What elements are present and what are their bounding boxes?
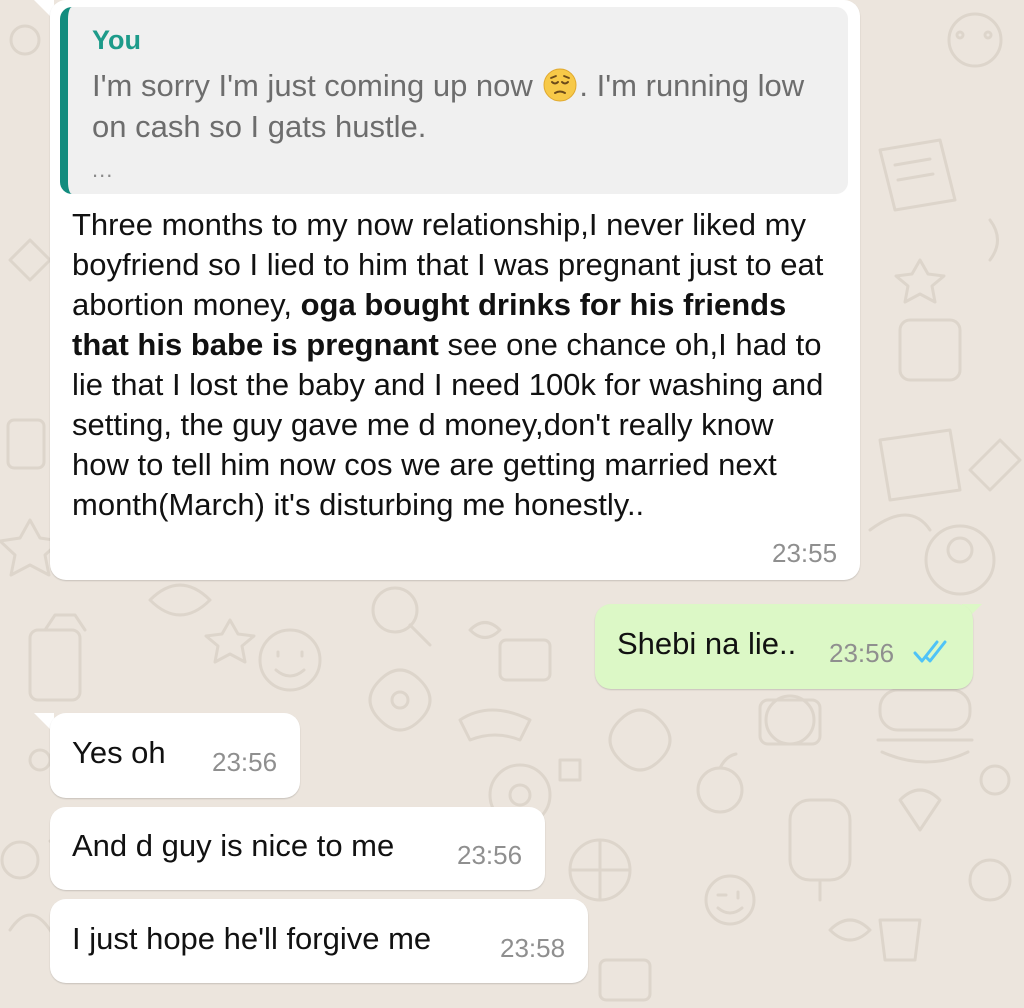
quoted-more-indicator: ...: [92, 157, 114, 182]
message-text: Shebi na lie..: [617, 626, 797, 661]
message-text: Three months to my now relationship,I ne…: [72, 205, 832, 525]
quoted-text: I'm sorry I'm just coming up now . I'm r…: [92, 65, 832, 147]
pensive-face-icon: [543, 68, 577, 102]
message-timestamp: 23:56: [212, 747, 278, 777]
message-timestamp: 23:55: [772, 538, 838, 568]
message-text: I just hope he'll forgive me: [72, 921, 432, 956]
read-receipt-icon: [913, 640, 947, 663]
chat-area[interactable]: You I'm sorry I'm just coming up now . I…: [0, 0, 1024, 1008]
message-timestamp: 23:56: [457, 840, 523, 870]
message-text: Yes oh: [72, 735, 166, 770]
quoted-message[interactable]: You I'm sorry I'm just coming up now . I…: [60, 7, 848, 194]
message-text: And d guy is nice to me: [72, 828, 395, 863]
quoted-author: You: [92, 25, 141, 55]
quoted-text-part: I'm sorry I'm just coming up now: [92, 68, 542, 103]
message-timestamp: 23:58: [500, 933, 566, 963]
message-timestamp: 23:56: [829, 638, 895, 668]
